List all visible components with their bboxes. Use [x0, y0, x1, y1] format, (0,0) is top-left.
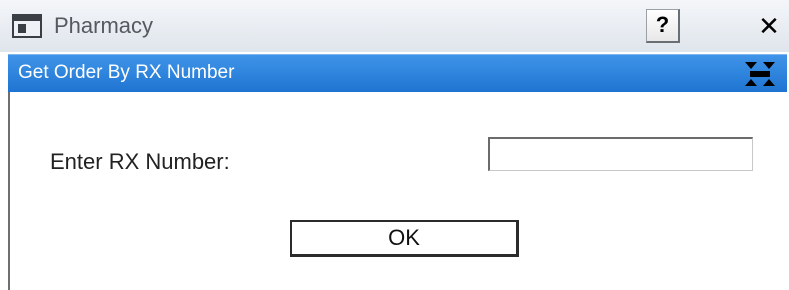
- close-button[interactable]: ✕: [752, 9, 786, 43]
- rx-number-input[interactable]: [488, 137, 753, 171]
- app-window-icon: [12, 14, 42, 38]
- close-icon: ✕: [758, 11, 780, 41]
- restore-arrows-icon[interactable]: [745, 62, 775, 86]
- ok-button[interactable]: OK: [290, 220, 519, 257]
- dialog-body: Enter RX Number: OK: [8, 92, 787, 290]
- rx-number-label: Enter RX Number:: [50, 149, 230, 174]
- dialog-heading: Get Order By RX Number: [18, 62, 235, 83]
- window-title: Pharmacy: [54, 13, 154, 38]
- header-band: Get Order By RX Number: [8, 54, 787, 92]
- help-button[interactable]: ?: [646, 9, 680, 43]
- title-bar[interactable]: Pharmacy ? ✕: [0, 0, 789, 52]
- dialog-window: Pharmacy ? ✕ Get Order By RX Number Ente…: [0, 0, 789, 290]
